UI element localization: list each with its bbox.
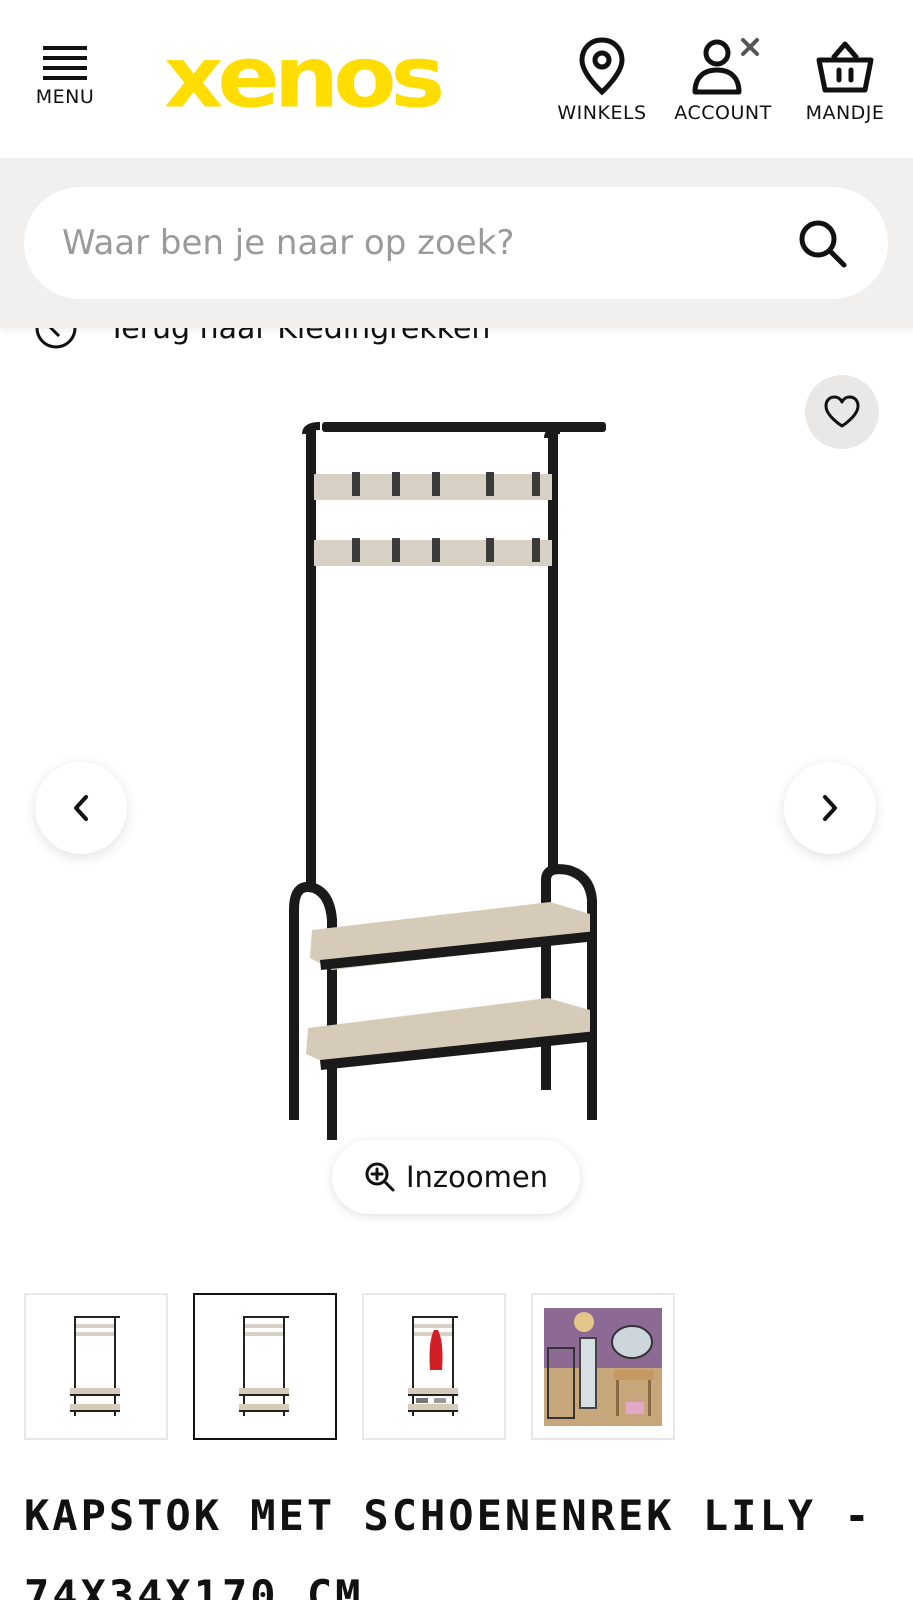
thumbnail-image: [239, 1315, 289, 1416]
chevron-left-icon: [74, 795, 88, 821]
search-box[interactable]: [24, 187, 888, 299]
search-input[interactable]: [62, 215, 762, 271]
thumbnail-strip: [24, 1293, 675, 1440]
logo-text: xenos: [164, 28, 445, 127]
next-image-button[interactable]: [784, 762, 876, 854]
thumbnail-image: [544, 1307, 662, 1426]
basket-icon: [816, 41, 874, 93]
zoom-button[interactable]: Inzoomen: [332, 1140, 580, 1214]
thumbnail-image: [70, 1315, 120, 1416]
search-bar-container: [0, 158, 913, 328]
thumbnail-4[interactable]: [531, 1293, 675, 1440]
winkels-button[interactable]: WINKELS: [552, 36, 652, 124]
zoom-label: Inzoomen: [405, 1160, 549, 1194]
winkels-label: WINKELS: [557, 102, 647, 124]
favorite-button[interactable]: [805, 375, 879, 449]
location-pin-icon: [579, 37, 625, 96]
zoom-in-icon: [365, 1162, 395, 1192]
xenos-logo[interactable]: xenos: [164, 30, 484, 126]
previous-image-button[interactable]: [35, 762, 127, 854]
thumbnail-1[interactable]: [24, 1293, 168, 1440]
site-header: MENU xenos WINKELS ACCOUNT MANDJE: [0, 0, 913, 158]
thumbnail-2[interactable]: [193, 1293, 337, 1440]
search-icon[interactable]: [796, 217, 848, 269]
mandje-button[interactable]: MANDJE: [795, 36, 895, 124]
heart-icon: [824, 395, 860, 428]
menu-label: MENU: [35, 86, 95, 108]
chevron-right-icon: [823, 795, 837, 821]
product-image[interactable]: [280, 420, 640, 1160]
user-icon: [692, 38, 759, 95]
thumbnail-image: [408, 1315, 458, 1416]
account-button[interactable]: ACCOUNT: [667, 36, 779, 124]
product-title: Kapstok met schoenenrek Lily - 74x34x170…: [24, 1491, 873, 1600]
hamburger-icon: [43, 46, 87, 80]
menu-button[interactable]: MENU: [30, 36, 100, 108]
thumbnail-3[interactable]: [362, 1293, 506, 1440]
mandje-label: MANDJE: [805, 102, 885, 124]
account-label: ACCOUNT: [674, 102, 772, 124]
